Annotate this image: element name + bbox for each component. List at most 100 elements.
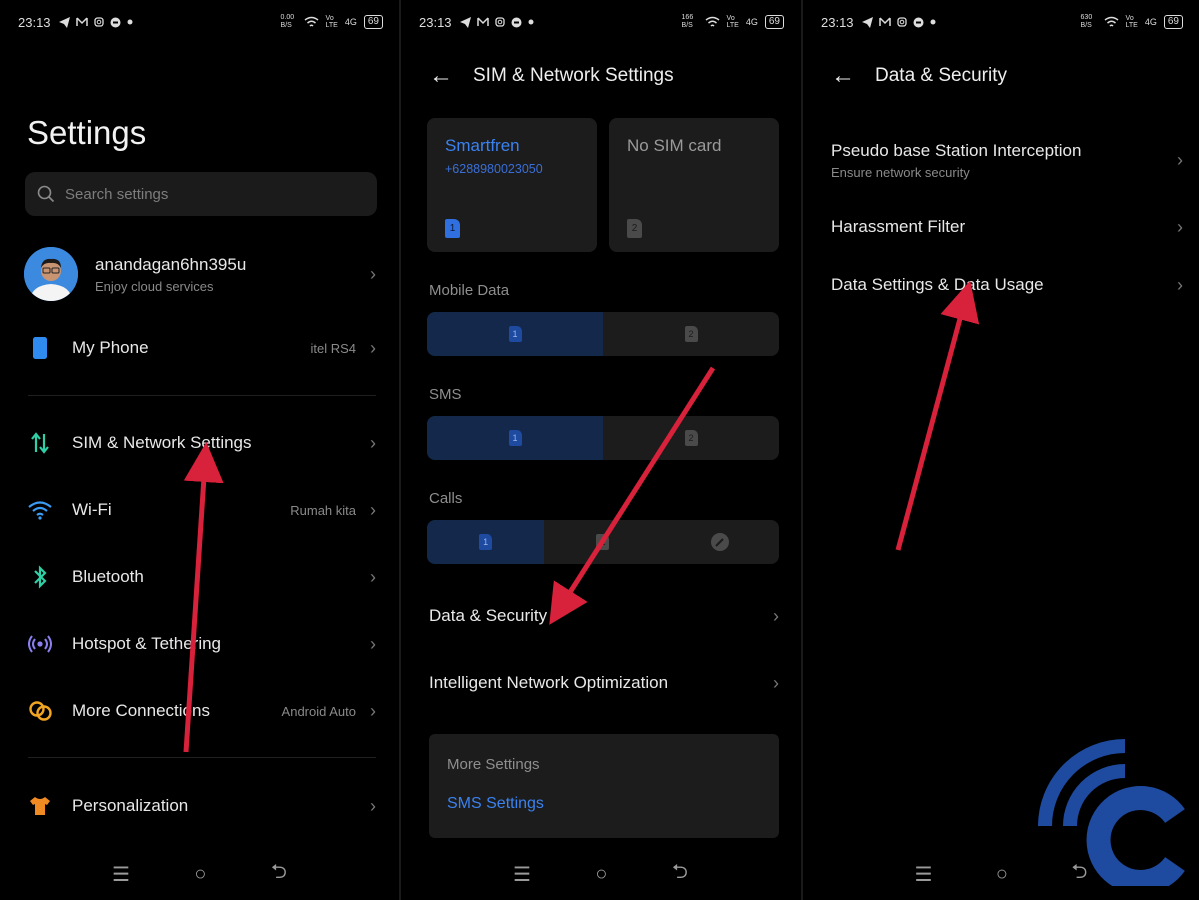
calls-sim2[interactable]: 2 [544,520,661,564]
menu-button[interactable]: ☰ [112,862,130,887]
sim1-chip-icon: 1 [508,430,522,446]
notification-icons [861,16,936,28]
status-time: 23:13 [821,14,854,30]
menu-button[interactable]: ☰ [915,862,933,887]
more-notifications-icon [930,19,936,25]
calls-label: Calls [429,490,463,507]
chevron-right-icon: › [370,566,376,587]
item-label: Harassment Filter [831,217,966,236]
sms-settings-link[interactable]: SMS Settings [447,795,761,813]
telegram-icon [58,16,70,28]
chevron-right-icon: › [370,795,376,816]
status-bar: 23:13 630 B/S Vo LTE 4G 69 [821,12,1183,32]
sim1-number: +6288980023050 [445,162,543,176]
battery-indicator: 69 [764,15,784,29]
search-input[interactable] [65,185,345,203]
item-label: Hotspot & Tethering [72,634,221,653]
page-title: Data & Security [875,65,1007,86]
battery-indicator: 69 [363,15,383,29]
more-settings-title: More Settings [447,756,540,773]
divider [28,395,376,396]
data-security-item[interactable]: Data & Security › [429,602,779,630]
network-type: 4G [344,17,357,27]
home-button[interactable]: ○ [595,863,607,886]
back-button[interactable]: ⮌ [672,857,688,891]
bluetooth-icon [34,565,47,589]
network-type: 4G [745,17,758,27]
item-label: Wi-Fi [72,500,112,519]
menu-button[interactable]: ☰ [513,862,531,887]
data-settings-usage-item[interactable]: Data Settings & Data Usage › [831,271,1183,299]
chevron-right-icon: › [370,700,376,721]
chevron-right-icon: › [370,432,376,453]
settings-item-hotspot[interactable]: Hotspot & Tethering › [28,629,376,659]
search-bar[interactable] [25,172,377,216]
chevron-right-icon: › [1177,274,1183,295]
calls-sim1[interactable]: 1 [427,520,545,564]
more-notifications-icon [127,19,133,25]
chevron-right-icon: › [370,263,376,284]
home-button[interactable]: ○ [996,863,1008,886]
sim1-chip-icon: 1 [479,534,493,550]
back-arrow-icon[interactable]: ← [429,62,453,90]
volte-icon: Vo LTE [726,15,739,29]
home-button[interactable]: ○ [194,863,206,886]
settings-item-bluetooth[interactable]: Bluetooth › [28,562,376,592]
volte-icon: Vo LTE [325,15,338,29]
chevron-right-icon: › [1177,149,1183,170]
pseudo-base-station-item[interactable]: Pseudo base Station Interception Ensure … [831,138,1183,182]
network-speed: 630 B/S [1080,14,1093,29]
more-settings-card: More Settings SMS Settings [429,734,779,838]
calls-ask-every-time[interactable] [662,520,779,564]
chevron-right-icon: › [773,605,779,626]
sim1-card[interactable]: Smartfren +6288980023050 1 [427,118,597,252]
mobile-data-sim1[interactable]: 1 [427,312,603,356]
mobile-data-selector[interactable]: 1 2 [427,312,779,356]
notification-icons [459,16,534,28]
intelligent-network-item[interactable]: Intelligent Network Optimization › [429,669,779,697]
back-button[interactable]: ⮌ [271,857,287,891]
calls-selector[interactable]: 1 2 [427,520,779,564]
account-row[interactable]: anandagan6hn395u Enjoy cloud services › [24,246,376,302]
status-bar: 23:13 166 B/S Vo LTE 4G 69 [419,12,784,32]
item-label: SIM & Network Settings [72,433,252,452]
mobile-data-sim2[interactable]: 2 [603,312,779,356]
sim2-card[interactable]: No SIM card 2 [609,118,779,252]
telegram-icon [459,16,471,28]
sim2-chip-icon: 2 [596,534,610,550]
back-arrow-icon[interactable]: ← [831,62,855,90]
sms-label: SMS [429,386,462,403]
settings-item-personalization[interactable]: Personalization › [28,791,376,821]
item-subtitle: Ensure network security [831,164,970,180]
nav-bar: ☰ ○ ⮌ [401,860,800,888]
sms-sim1[interactable]: 1 [427,416,603,460]
settings-item-sim-network[interactable]: SIM & Network Settings › [28,428,376,458]
harassment-filter-item[interactable]: Harassment Filter › [831,213,1183,241]
settings-panel: 23:13 0.00 B/S Vo LTE 4G 69 Settings Sea… [0,0,399,900]
settings-item-wifi[interactable]: Wi-Fi Rumah kita › [28,495,376,525]
settings-item-my-phone[interactable]: My Phone itel RS4 › [28,333,376,363]
messenger-icon [511,17,522,27]
wifi-icon [28,501,52,520]
gmail-icon [75,17,88,26]
account-name: anandagan6hn395u [95,254,247,274]
settings-item-more-connections[interactable]: More Connections Android Auto › [28,696,376,726]
sim1-name: Smartfren [445,136,520,155]
wifi-status-icon [304,16,318,27]
instagram-icon [896,17,907,27]
telegram-icon [861,16,873,28]
page-header: ← Data & Security [831,62,1007,90]
sim2-badge: 2 [627,219,642,238]
item-label: Personalization [72,796,189,815]
item-label: Data Settings & Data Usage [831,275,1044,294]
phone-icon [33,337,47,359]
page-title: SIM & Network Settings [473,65,674,86]
sms-sim2[interactable]: 2 [603,416,779,460]
item-value: Android Auto [281,703,356,719]
volte-icon: Vo LTE [1125,15,1138,29]
messenger-icon [110,17,121,27]
item-label: Bluetooth [72,567,144,586]
sim2-chip-icon: 2 [684,430,698,446]
sms-selector[interactable]: 1 2 [427,416,779,460]
wifi-status-icon [1104,16,1118,27]
